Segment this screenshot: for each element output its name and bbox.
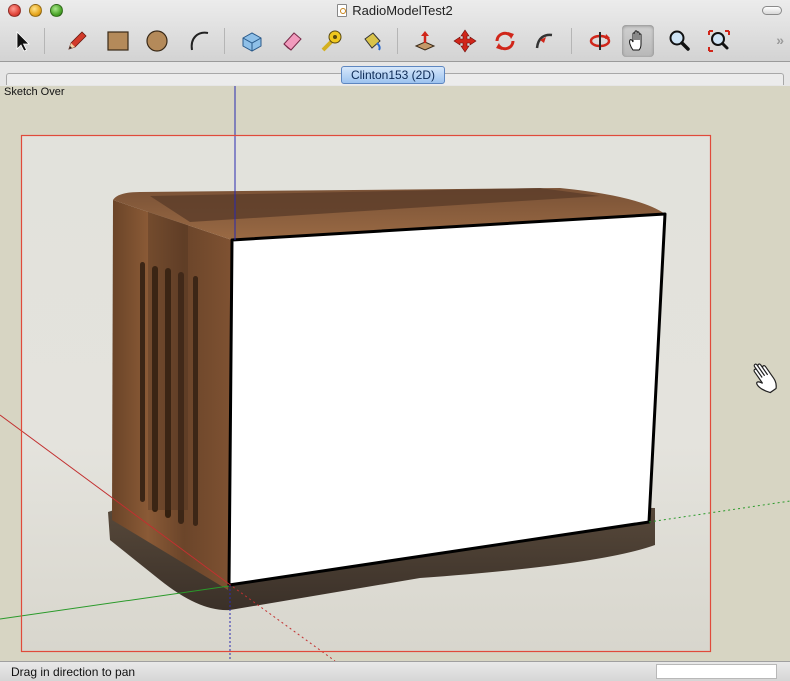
toolbar-separator — [224, 28, 225, 54]
toolbar-toggle-button[interactable] — [762, 6, 782, 15]
rectangle-tool-button[interactable] — [102, 25, 134, 57]
arc-icon — [190, 31, 209, 51]
tape-measure-icon — [321, 30, 342, 52]
model-front-face[interactable] — [227, 212, 667, 587]
model-scene — [0, 86, 790, 661]
follow-me-tool-button[interactable] — [529, 25, 561, 57]
eraser-tool-button[interactable] — [276, 25, 308, 57]
zoom-tool-button[interactable] — [663, 25, 695, 57]
rectangle-icon — [107, 31, 129, 51]
main-toolbar: » — [0, 22, 790, 62]
window-title-area: RadioModelTest2 — [0, 3, 790, 19]
toolbar-separator — [571, 28, 572, 54]
pan-cursor-icon — [753, 363, 777, 394]
eraser-icon — [283, 32, 302, 51]
document-icon — [337, 4, 348, 17]
zoom-icon — [669, 30, 690, 51]
sketchup-window: RadioModelTest2 » Clinton153 (2D) Sketch… — [0, 0, 790, 681]
status-message: Drag in direction to pan — [11, 665, 136, 679]
toolbar-separator — [44, 28, 45, 54]
move-tool-button[interactable] — [449, 25, 481, 57]
scene-tab-active[interactable]: Clinton153 (2D) — [341, 66, 445, 84]
paint-bucket-icon — [364, 32, 381, 51]
circle-tool-button[interactable] — [141, 25, 173, 57]
scene-tab-strip: Clinton153 (2D) — [0, 62, 790, 86]
pencil-tool-button[interactable] — [61, 25, 93, 57]
style-name-label: Sketch Over — [4, 86, 65, 98]
arc-tool-button[interactable] — [183, 25, 215, 57]
pencil-icon — [68, 31, 87, 50]
toolbar-overflow-button[interactable]: » — [776, 32, 784, 48]
follow-me-icon — [535, 33, 553, 49]
status-bar: Drag in direction to pan — [0, 661, 790, 681]
select-tool-button[interactable] — [6, 25, 38, 57]
orbit-icon — [589, 32, 611, 50]
tape-measure-tool-button[interactable] — [316, 25, 348, 57]
paint-bucket-tool-button[interactable] — [356, 25, 388, 57]
orbit-tool-button[interactable] — [584, 25, 616, 57]
pan-hand-icon — [629, 30, 642, 51]
measurements-input[interactable] — [656, 664, 777, 679]
push-pull-icon — [414, 31, 436, 51]
rotate-tool-button[interactable] — [489, 25, 521, 57]
make-component-icon — [242, 32, 262, 52]
select-arrow-icon — [16, 31, 30, 52]
zoom-extents-icon — [708, 30, 730, 52]
title-bar: RadioModelTest2 » — [0, 0, 790, 62]
move-icon — [453, 29, 477, 53]
drawing-viewport[interactable]: Sketch Over — [0, 86, 790, 661]
circle-icon — [146, 30, 168, 52]
make-component-tool-button[interactable] — [236, 25, 268, 57]
window-title: RadioModelTest2 — [352, 3, 453, 18]
rotate-icon — [495, 31, 515, 51]
zoom-extents-tool-button[interactable] — [703, 25, 735, 57]
push-pull-tool-button[interactable] — [409, 25, 441, 57]
toolbar-separator — [397, 28, 398, 54]
pan-tool-button[interactable] — [622, 25, 654, 57]
